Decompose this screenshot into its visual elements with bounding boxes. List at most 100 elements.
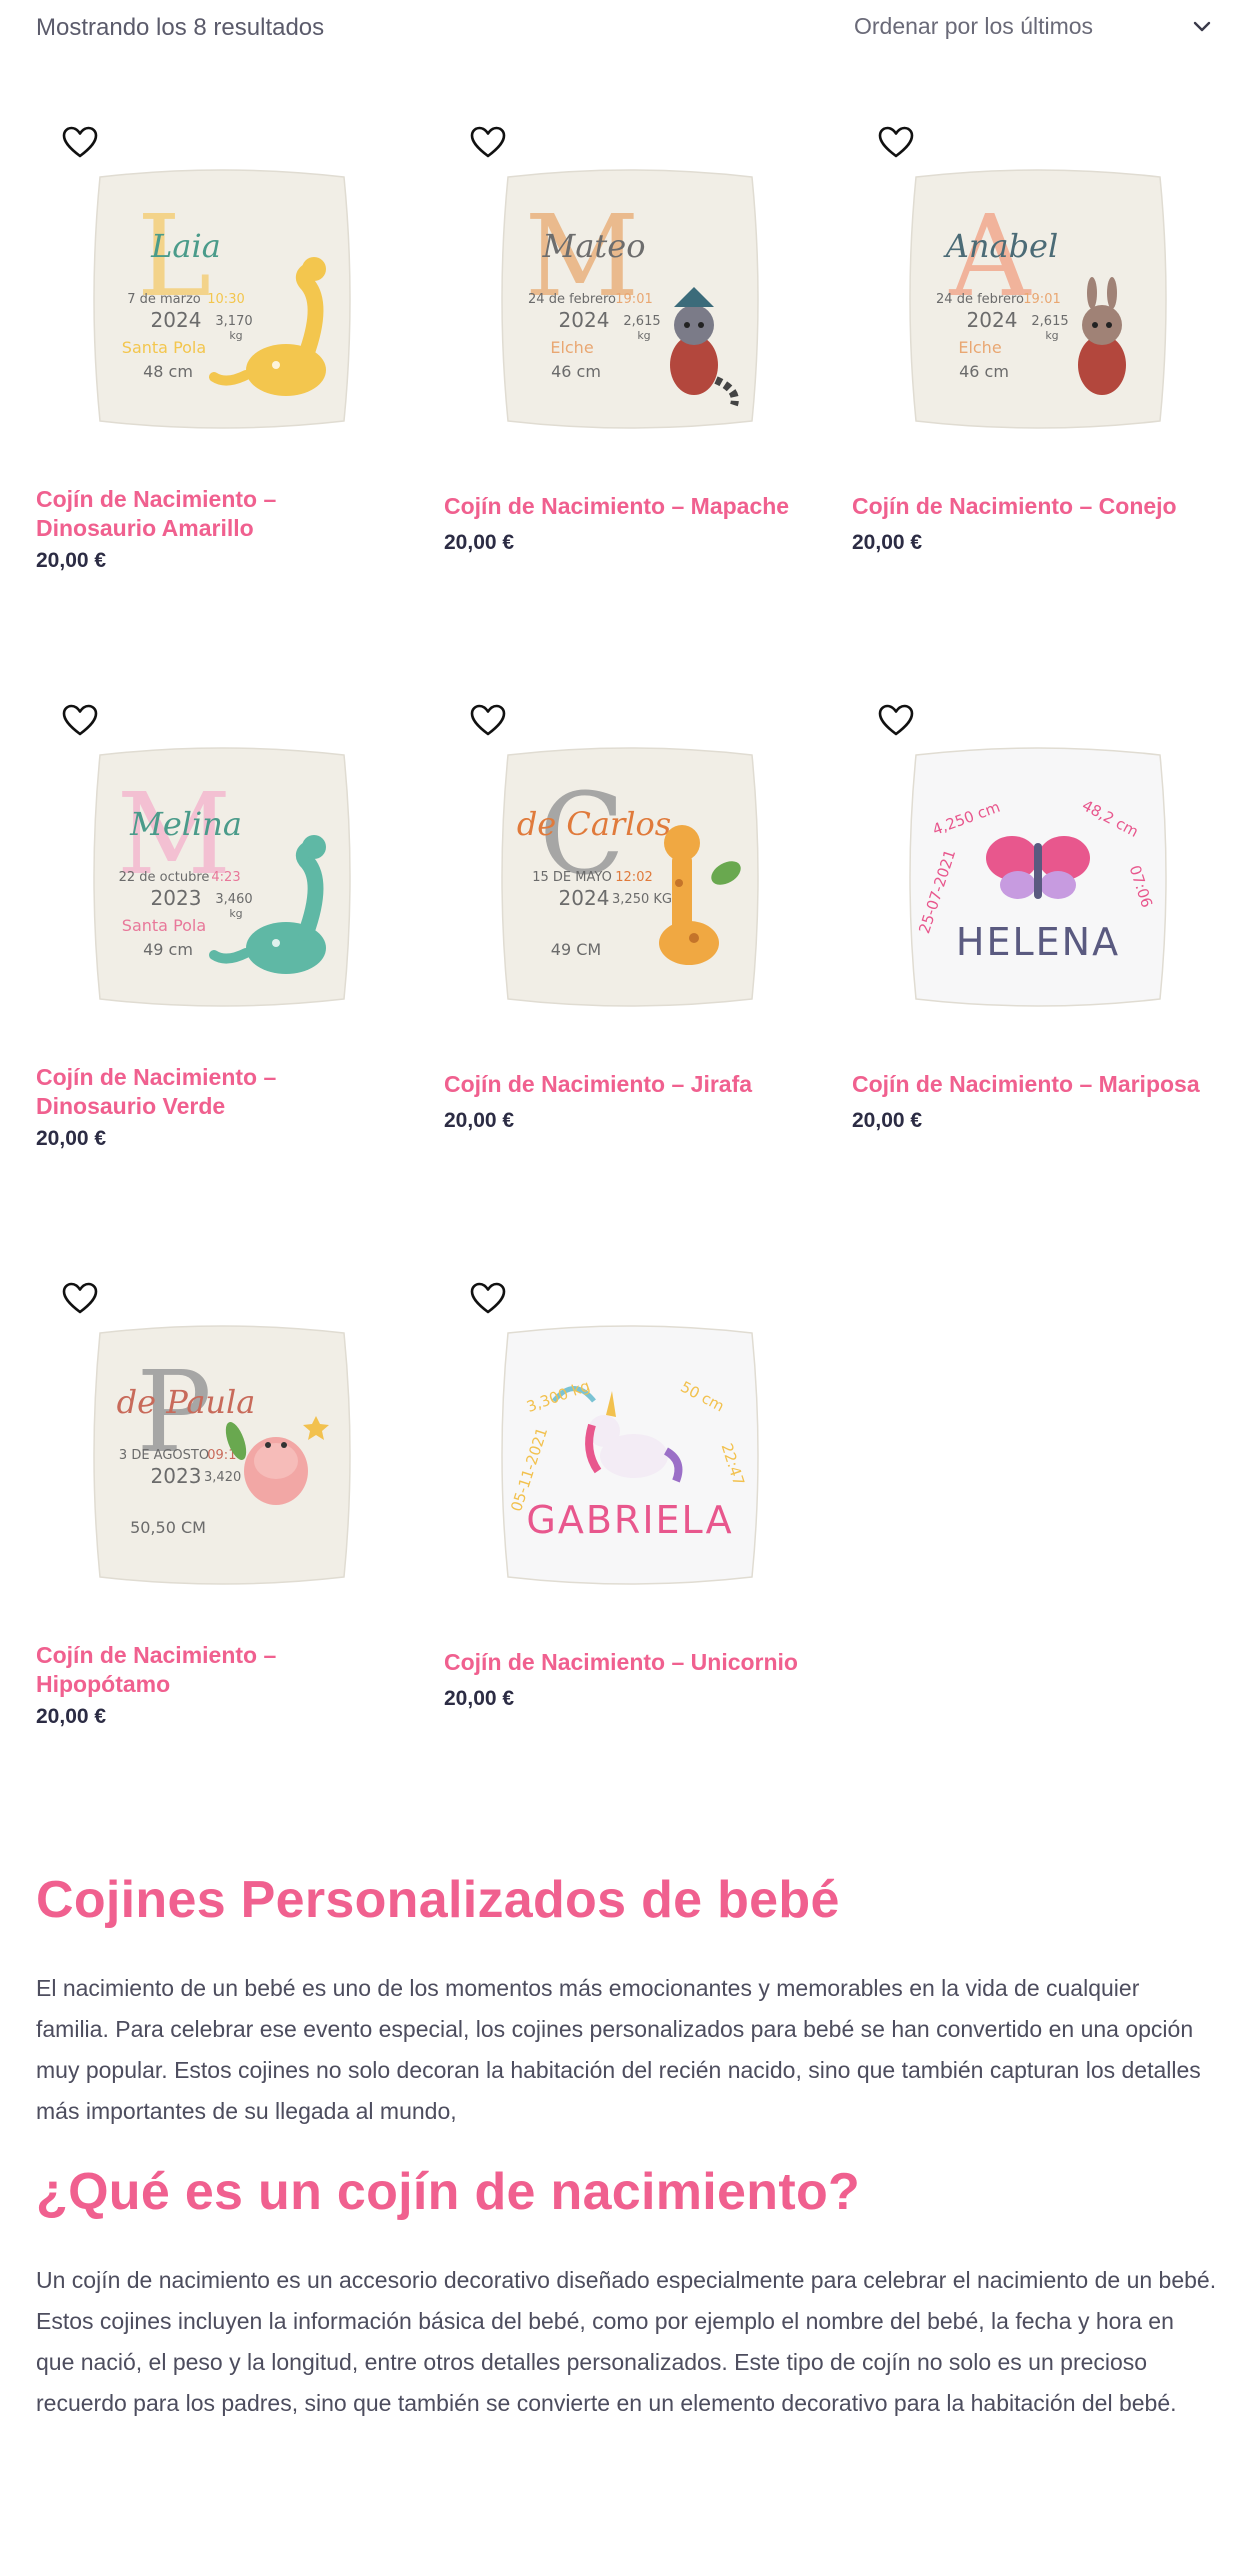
product-title-link[interactable]: Cojín de Nacimiento – Conejo [852, 492, 1232, 521]
pillow-unit: kg [229, 907, 242, 920]
pillow-name: Melina [129, 805, 242, 843]
product-image: Cde Carlos15 DE MAYO 12:022024 3,250 KG49 … [501, 747, 759, 1007]
product-card[interactable]: 3,300 kg 50 cm 05-11-2021 22:47 GABRIELA Cojí… [444, 1261, 824, 1711]
pillow-time: 4:23 [211, 870, 240, 885]
article-paragraph-1: El nacimiento de un bebé es uno de los m… [36, 1975, 1201, 2124]
chevron-down-icon [1193, 21, 1211, 32]
product-image: LLaia7 de marzo 10:302024 3,170kgSanta Pol… [93, 169, 351, 429]
product-title-link[interactable]: Cojín de Nacimiento – Dinosaurio Amarillo [36, 485, 416, 543]
pillow-city: Santa Pola [122, 338, 206, 357]
product-title-line-2: Dinosaurio Amarillo [36, 515, 254, 541]
product-price: 20,00 € [444, 531, 515, 554]
pillow-city: Elche [958, 338, 1001, 357]
pillow-unit: kg [1045, 329, 1058, 342]
product-title-link[interactable]: Cojín de Nacimiento – Hipopótamo [36, 1641, 416, 1699]
product-card[interactable]: 4,250 cm 48,2 cm 25-07-2021 07:06 HELENA Cojí… [852, 683, 1232, 1133]
pillow-weight: 2,615 [1031, 314, 1068, 329]
product-title-link[interactable]: Cojín de Nacimiento – Mapache [444, 492, 824, 521]
pillow-year: 2024 [967, 308, 1018, 332]
pillow-length: 49 CM [551, 940, 601, 959]
article-heading-1: Cojines Personalizados de bebé [36, 1871, 840, 1929]
pillow-city: Santa Pola [122, 916, 206, 935]
product-title-line-1: Cojín de Nacimiento – [36, 1064, 277, 1090]
pillow-time: 19:01 [615, 292, 652, 307]
product-image-wrap[interactable]: A Anabel 24 de febrero 19:01 2024 2,615 kg Elch… [852, 105, 1232, 485]
product-title-line-1: Cojín de Nacimiento – Jirafa [444, 1071, 753, 1097]
product-image: MMateo24 de febrero 19:012024 2,615kgElche… [501, 169, 759, 429]
pillow-year: 2024 [559, 886, 610, 910]
product-card[interactable]: Cde Carlos 15 DE MAYO 12:02 2024 3,250 KG 49 … [444, 683, 824, 1133]
product-title-line-1: Cojín de Nacimiento – [36, 486, 277, 512]
product-image-wrap[interactable]: Pde Paula 3 DE AGOSTO 09:17 2023 3,420 KG 50,… [36, 1261, 416, 1641]
wishlist-heart-icon[interactable] [876, 701, 916, 741]
product-title-line-1: Cojín de Nacimiento – Conejo [852, 493, 1177, 519]
pillow-length: 49 cm [143, 940, 193, 959]
pillow-time: 10:30 [207, 292, 244, 307]
product-card[interactable]: M Mateo 24 de febrero 19:01 2024 2,615 kg Elche… [444, 105, 824, 555]
product-title-link[interactable]: Cojín de Nacimiento – Unicornio [444, 1648, 824, 1677]
article-paragraph-2: Un cojín de nacimiento es un accesorio d… [36, 2267, 1217, 2416]
wishlist-heart-icon[interactable] [468, 1279, 508, 1319]
pillow-weight: 2,615 [623, 314, 660, 329]
pillow-length: 48 cm [143, 362, 193, 381]
pillow-name: Laia [150, 227, 221, 265]
product-card[interactable]: M Melina 22 de octubre 4:23 2023 3,460 kg Santa… [36, 683, 416, 1151]
product-title-link[interactable]: Cojín de Nacimiento – Mariposa [852, 1070, 1232, 1099]
sort-select-value: Ordenar por los últimos [854, 12, 1094, 39]
product-title-line-1: Cojín de Nacimiento – Mariposa [852, 1071, 1200, 1097]
product-image-wrap[interactable]: M Mateo 24 de febrero 19:01 2024 2,615 kg Elche… [444, 105, 824, 485]
article: Cojines Personalizados de bebé El nacimi… [36, 1870, 1218, 2424]
product-card[interactable]: L Laia 7 de marzo 10:30 2024 3,170 kg Santa Pol… [36, 105, 416, 573]
pillow-unit: kg [229, 329, 242, 342]
product-image-wrap[interactable]: 4,250 cm 48,2 cm 25-07-2021 07:06 HELENA [852, 683, 1232, 1063]
product-price: 20,00 € [444, 1109, 515, 1132]
product-card[interactable]: Pde Paula 3 DE AGOSTO 09:17 2023 3,420 KG 50,… [36, 1261, 416, 1729]
product-title-line-1: Cojín de Nacimiento – [36, 1642, 277, 1668]
product-image: 3,300 kg 50 cm05-11-2021 22:47GABRIELA [501, 1325, 759, 1585]
wishlist-heart-icon[interactable] [60, 701, 100, 741]
pillow-year: 2024 [559, 308, 610, 332]
pillow-unit: kg [637, 329, 650, 342]
wishlist-heart-icon[interactable] [60, 123, 100, 163]
illustration-butterfly-icon [986, 836, 1090, 899]
pillow-name: de Paula [117, 1383, 256, 1421]
pillow-name: de Carlos [517, 805, 671, 843]
product-title-line-2: Dinosaurio Verde [36, 1093, 226, 1119]
product-image: 4,250 cm 48,2 cm25-07-2021 07:06HELENA [909, 747, 1167, 1007]
pillow-date: 22 de octubre [119, 870, 210, 885]
pillow-length: 46 cm [551, 362, 601, 381]
product-title-link[interactable]: Cojín de Nacimiento – Dinosaurio Verde [36, 1063, 416, 1121]
product-title-line-2: Hipopótamo [36, 1671, 171, 1697]
wishlist-heart-icon[interactable] [60, 1279, 100, 1319]
pillow-date: 15 DE MAYO [532, 870, 612, 885]
pillow-weight: 3,170 [215, 314, 252, 329]
pillow-time: 12:02 [615, 870, 652, 885]
product-image: MMelina22 de octubre 4:232023 3,460kgSanta… [93, 747, 351, 1007]
pillow-name: Mateo [542, 227, 646, 265]
shop-toolbar: Mostrando los 8 resultados Ordenar por l… [36, 0, 1218, 70]
product-image-wrap[interactable]: 3,300 kg 50 cm 05-11-2021 22:47 GABRIELA [444, 1261, 824, 1641]
wishlist-heart-icon[interactable] [468, 123, 508, 163]
pillow-year: 2023 [151, 1464, 202, 1488]
pillow-length: 50,50 CM [130, 1518, 206, 1537]
product-image: Pde Paula3 DE AGOSTO09:172023 3,420 KG50,… [93, 1325, 351, 1585]
product-price: 20,00 € [36, 1127, 107, 1150]
product-price: 20,00 € [36, 549, 107, 572]
pillow-time: 19:01 [1023, 292, 1060, 307]
article-heading-2: ¿Qué es un cojín de nacimiento? [36, 2163, 861, 2221]
product-title-line-1: Cojín de Nacimiento – Unicornio [444, 1649, 798, 1675]
sort-select[interactable]: Ordenar por los últimos [838, 6, 1218, 46]
wishlist-heart-icon[interactable] [468, 701, 508, 741]
pillow-name: HELENA [956, 920, 1120, 964]
pillow-date: 3 DE AGOSTO [119, 1448, 209, 1463]
product-card[interactable]: A Anabel 24 de febrero 19:01 2024 2,615 kg Elch… [852, 105, 1232, 555]
pillow-weight: 3,250 KG [612, 892, 672, 907]
product-image-wrap[interactable]: L Laia 7 de marzo 10:30 2024 3,170 kg Santa Pol… [36, 105, 416, 485]
product-image-wrap[interactable]: M Melina 22 de octubre 4:23 2023 3,460 kg Santa… [36, 683, 416, 1063]
product-title-link[interactable]: Cojín de Nacimiento – Jirafa [444, 1070, 824, 1099]
wishlist-heart-icon[interactable] [876, 123, 916, 163]
product-image-wrap[interactable]: Cde Carlos 15 DE MAYO 12:02 2024 3,250 KG 49 … [444, 683, 824, 1063]
product-price: 20,00 € [444, 1687, 515, 1710]
product-title-line-1: Cojín de Nacimiento – Mapache [444, 493, 790, 519]
pillow-city: Elche [550, 338, 593, 357]
